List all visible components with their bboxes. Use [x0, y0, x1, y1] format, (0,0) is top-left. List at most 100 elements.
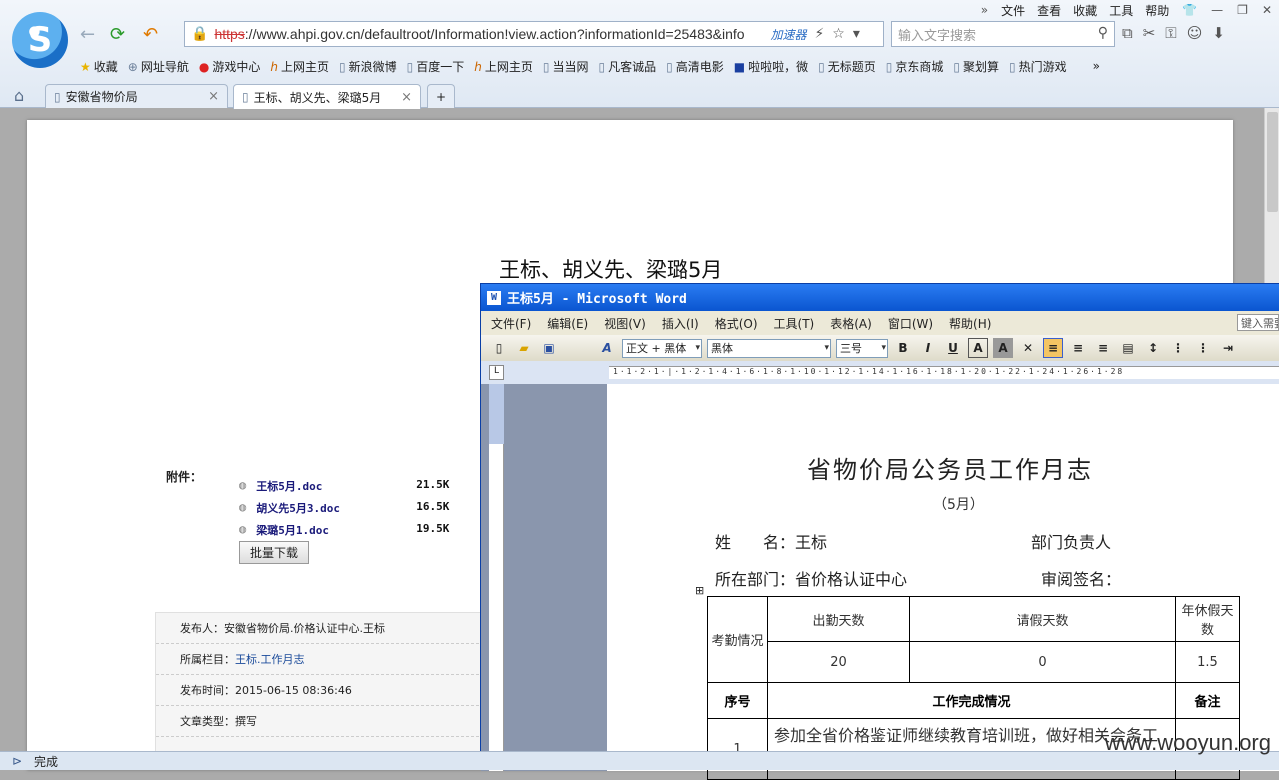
batch-download-button[interactable]: 批量下载: [239, 541, 309, 564]
fav-item[interactable]: h 上网主页: [474, 58, 533, 75]
italic-icon[interactable]: I: [918, 338, 938, 358]
open-folder-icon[interactable]: ▰: [514, 338, 534, 358]
restore-icon[interactable]: ❐: [1230, 3, 1255, 17]
fav-item[interactable]: ▯ 凡客诚品: [598, 58, 656, 75]
attachment-size: 16.5K: [416, 500, 450, 513]
extension-icon[interactable]: ⧉: [1122, 24, 1133, 42]
tab-close-icon[interactable]: ×: [208, 89, 219, 104]
tab-close-icon[interactable]: ×: [401, 90, 412, 105]
accelerator-button[interactable]: 加速器: [770, 26, 806, 43]
fav-item[interactable]: h 上网主页: [270, 58, 329, 75]
word-help-input[interactable]: 键入需要: [1237, 314, 1279, 331]
new-tab-button[interactable]: +: [427, 84, 455, 108]
indent-icon[interactable]: ⇥: [1218, 338, 1238, 358]
font-select[interactable]: 黑体: [707, 338, 831, 358]
menu-file[interactable]: 文件: [995, 2, 1031, 19]
align-right-icon[interactable]: ≡: [1093, 338, 1113, 358]
fav-item[interactable]: ▯ 新浪微博: [339, 58, 397, 75]
border-char-icon[interactable]: A: [968, 338, 988, 358]
fav-item[interactable]: ▯ 聚划算: [953, 58, 999, 75]
key-icon[interactable]: ⚿: [1165, 24, 1176, 42]
numbering-icon[interactable]: ⋮: [1168, 338, 1188, 358]
horizontal-ruler[interactable]: L 1·1·2·1·|·1·2·1·4·1·6·1·8·1·10·1·12·1·…: [481, 361, 1279, 384]
skin-icon[interactable]: 👕: [1175, 3, 1204, 17]
size-select[interactable]: 三号: [836, 338, 888, 358]
fav-item[interactable]: ● 游戏中心: [199, 58, 261, 75]
refresh-icon[interactable]: ⟳: [110, 24, 125, 45]
attachment-size: 19.5K: [416, 522, 450, 535]
distribute-icon[interactable]: ▤: [1118, 338, 1138, 358]
bold-icon[interactable]: B: [893, 338, 913, 358]
star-icon[interactable]: ☆: [832, 26, 845, 42]
word-menu-table[interactable]: 表格(A): [830, 315, 872, 332]
fav-item[interactable]: ▯ 百度一下: [407, 58, 465, 75]
dropdown-icon[interactable]: ▾: [853, 26, 860, 42]
attachment-item[interactable]: ◍ 王标5月.doc 21.5K: [239, 478, 449, 494]
word-menu-edit[interactable]: 编辑(E): [547, 315, 588, 332]
fav-item[interactable]: ▯ 京东商城: [886, 58, 944, 75]
fav-item[interactable]: ■ 啦啦啦，微: [734, 58, 808, 75]
doc-name-line: 姓 名：王标: [715, 533, 828, 552]
underline-icon[interactable]: U: [943, 338, 963, 358]
shade-char-icon[interactable]: A: [993, 338, 1013, 358]
download-icon[interactable]: ⬇: [1212, 24, 1225, 42]
word-document-page[interactable]: 省物价局公务员工作月志 （5月） 姓 名：王标 部门负责人 所在部门：省价格认证…: [607, 384, 1279, 780]
align-center-icon[interactable]: ≡: [1068, 338, 1088, 358]
meta-publisher: 发布人：安徽省物价局.价格认证中心.王标: [156, 613, 484, 644]
lightning-icon[interactable]: ⚡: [814, 26, 824, 42]
vertical-ruler[interactable]: [489, 384, 504, 771]
tab-label: 王标、胡义先、梁璐5月: [253, 90, 382, 105]
minimize-icon[interactable]: —: [1204, 3, 1230, 17]
word-menu-format[interactable]: 格式(O): [715, 315, 758, 332]
styles-icon[interactable]: A: [597, 338, 617, 358]
align-justify-icon[interactable]: ≡: [1043, 338, 1063, 358]
word-menu-view[interactable]: 视图(V): [604, 315, 646, 332]
chat-icon[interactable]: ☺: [1187, 24, 1203, 42]
menu-help[interactable]: 帮助: [1139, 2, 1175, 19]
back-icon[interactable]: ←: [80, 24, 95, 45]
attachment-item[interactable]: ◍ 胡义先5月3.doc 16.5K: [239, 500, 449, 516]
word-titlebar[interactable]: W 王标5月 - Microsoft Word: [481, 284, 1279, 311]
search-icon[interactable]: ⚲: [1098, 25, 1108, 41]
fav-item[interactable]: ▯ 高清电影: [666, 58, 724, 75]
table-move-icon[interactable]: ⊞: [695, 584, 704, 597]
style-select[interactable]: 正文 + 黑体: [622, 338, 702, 358]
attachment-name[interactable]: 胡义先5月3.doc: [256, 500, 416, 516]
fav-item[interactable]: ⊕ 网址导航: [128, 58, 189, 75]
menu-view[interactable]: 查看: [1031, 2, 1067, 19]
search-input[interactable]: 输入文字搜索 ⚲: [891, 21, 1115, 47]
word-menu-insert[interactable]: 插入(I): [662, 315, 699, 332]
word-menu-tools[interactable]: 工具(T): [774, 315, 815, 332]
menu-tools[interactable]: 工具: [1103, 2, 1139, 19]
scissors-icon[interactable]: ✂: [1143, 24, 1156, 42]
tab-current[interactable]: ▯ 王标、胡义先、梁璐5月 ×: [233, 84, 421, 109]
fav-item[interactable]: ★ 收藏: [80, 58, 118, 75]
bullets-icon[interactable]: ⋮: [1193, 338, 1213, 358]
fav-item[interactable]: ▯ 无标题页: [818, 58, 876, 75]
tab-stop-icon[interactable]: L: [489, 365, 504, 380]
menu-favorites[interactable]: 收藏: [1067, 2, 1103, 19]
word-window[interactable]: W 王标5月 - Microsoft Word 文件(F) 编辑(E) 视图(V…: [480, 283, 1279, 780]
char-scale-icon[interactable]: ✕: [1018, 338, 1038, 358]
word-menu-window[interactable]: 窗口(W): [888, 315, 933, 332]
fav-more-icon[interactable]: »: [1093, 59, 1100, 73]
attachment-item[interactable]: ◍ 梁璐5月1.doc 19.5K: [239, 522, 449, 538]
tab-ahpi[interactable]: ▯ 安徽省物价局 ×: [45, 84, 228, 108]
meta-column-link[interactable]: 王标.工作月志: [235, 651, 305, 667]
sidebar-toggle-icon[interactable]: ⊳: [0, 754, 34, 768]
word-menu-help[interactable]: 帮助(H): [949, 315, 991, 332]
line-spacing-icon[interactable]: ↕: [1143, 338, 1163, 358]
fav-item[interactable]: ▯ 热门游戏: [1009, 58, 1067, 75]
attachment-name[interactable]: 王标5月.doc: [256, 478, 416, 494]
doc-title: 省物价局公务员工作月志: [807, 456, 1093, 484]
save-icon[interactable]: ▣: [539, 338, 559, 358]
fav-item[interactable]: ▯ 当当网: [543, 58, 589, 75]
undo-close-icon[interactable]: ↶: [143, 24, 158, 45]
more-icon[interactable]: »: [974, 3, 995, 17]
attachment-name[interactable]: 梁璐5月1.doc: [256, 522, 416, 538]
word-menu-file[interactable]: 文件(F): [491, 315, 531, 332]
address-bar[interactable]: 🔒 https://www.ahpi.gov.cn/defaultroot/In…: [184, 21, 884, 47]
scroll-thumb[interactable]: [1267, 112, 1278, 212]
new-doc-icon[interactable]: ▯: [489, 338, 509, 358]
close-icon[interactable]: ✕: [1255, 3, 1279, 17]
